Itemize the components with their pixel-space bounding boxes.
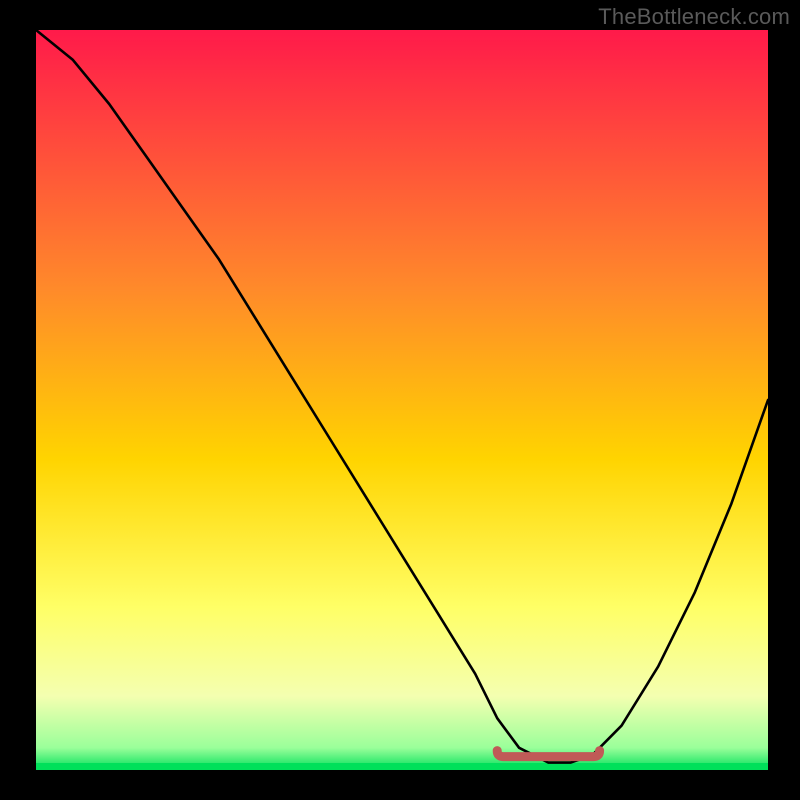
green-baseline-strip xyxy=(36,763,768,770)
watermark-text: TheBottleneck.com xyxy=(598,4,790,30)
bottleneck-chart-svg xyxy=(36,30,768,770)
chart-frame: TheBottleneck.com xyxy=(0,0,800,800)
bottleneck-plot xyxy=(36,30,768,770)
gradient-background xyxy=(36,30,768,770)
